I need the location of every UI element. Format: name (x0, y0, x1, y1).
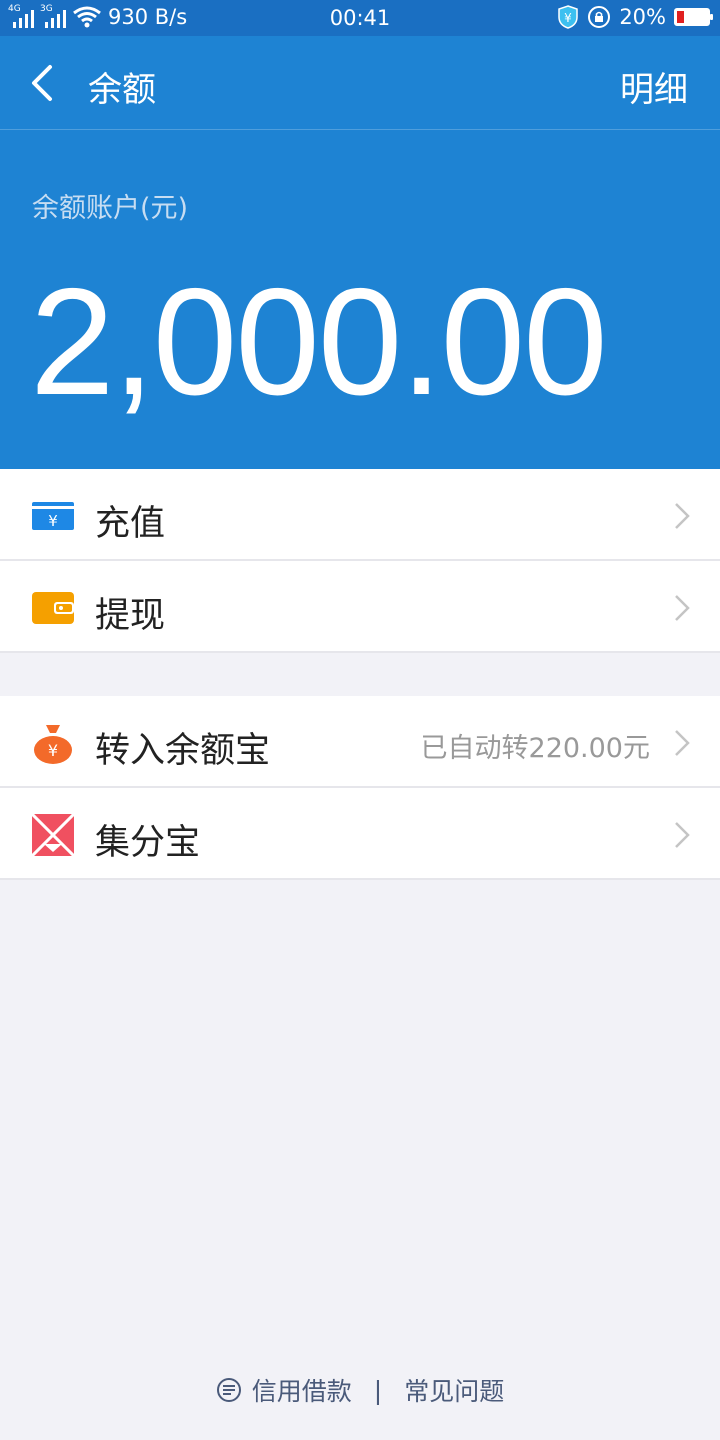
battery-percent: 20% (619, 5, 666, 29)
auto-transfer-status: 已自动转220.00元 (420, 733, 650, 764)
withdraw-row[interactable]: 提现 (0, 561, 720, 653)
recharge-label: 充值 (95, 504, 166, 544)
credit-loan-icon (216, 1378, 241, 1402)
shield-yen-icon: ¥ (558, 5, 579, 29)
transfer-yuebao-row[interactable]: ¥ 转入余额宝 已自动转220.00元 (0, 696, 720, 788)
svg-text:¥: ¥ (564, 11, 572, 25)
footer-links: 信用借款 | 常见问题 (0, 1372, 720, 1408)
back-arrow-icon[interactable] (22, 61, 62, 105)
chevron-right-icon (675, 503, 690, 529)
rotation-lock-icon (588, 6, 611, 28)
credit-loan-link[interactable]: 信用借款 (252, 1372, 352, 1408)
transfer-yuebao-label: 转入余额宝 (95, 731, 271, 771)
balance-header: 余额 明细 余额账户(元) 2,000.00 (0, 36, 720, 469)
action-group-secondary: ¥ 转入余额宝 已自动转220.00元 集分宝 (0, 696, 720, 880)
wallet-icon (32, 592, 74, 624)
balance-amount: 2,000.00 (30, 257, 608, 427)
faq-link[interactable]: 常见问题 (404, 1372, 504, 1408)
recharge-row[interactable]: ¥ 充值 (0, 469, 720, 561)
page-title: 余额 (88, 70, 156, 110)
recharge-card-icon: ¥ (32, 502, 74, 530)
jifenbao-label: 集分宝 (95, 823, 201, 863)
withdraw-label: 提现 (95, 596, 166, 636)
money-bag-icon: ¥ (34, 725, 72, 764)
chevron-right-icon (675, 595, 690, 621)
jifenbao-icon (32, 814, 74, 856)
svg-text:¥: ¥ (48, 741, 58, 760)
battery-icon (674, 8, 713, 26)
svg-text:¥: ¥ (48, 512, 58, 530)
jifenbao-row[interactable]: 集分宝 (0, 788, 720, 880)
account-label: 余额账户(元) (32, 193, 189, 224)
footer-divider: | (373, 1375, 383, 1405)
action-group-primary: ¥ 充值 提现 (0, 469, 720, 653)
nav-bar: 余额 明细 (0, 36, 720, 130)
chevron-right-icon (675, 730, 690, 756)
details-link[interactable]: 明细 (620, 62, 688, 111)
chevron-right-icon (675, 822, 690, 848)
status-bar: 4G 3G 930 B/s 00:41 ¥ 20% (0, 0, 720, 36)
